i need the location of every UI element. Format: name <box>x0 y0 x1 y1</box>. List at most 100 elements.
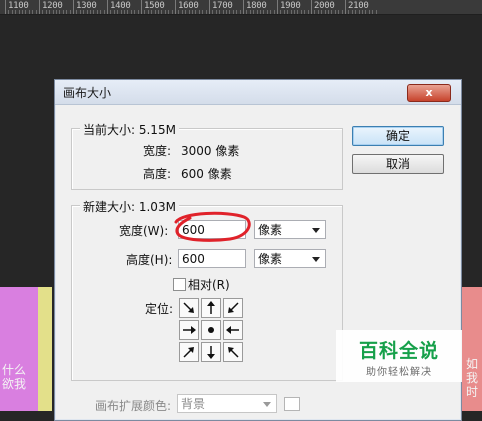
ruler-minor-tick <box>351 10 353 14</box>
ruler-minor-tick <box>266 10 268 14</box>
ruler-minor-tick <box>127 10 129 14</box>
ruler-minor-tick <box>181 10 183 14</box>
watermark-title: 百科全说 <box>358 340 439 362</box>
ruler-minor-tick <box>229 10 231 14</box>
arrow-right-icon <box>183 326 196 334</box>
anchor-middle-left[interactable] <box>179 320 199 340</box>
ruler-minor-tick <box>52 10 54 14</box>
ruler-minor-tick <box>314 10 316 14</box>
ruler-minor-tick <box>151 10 153 14</box>
anchor-center[interactable] <box>201 320 221 340</box>
arrow-down-left-icon <box>228 302 239 313</box>
ruler-minor-tick <box>147 10 149 14</box>
close-button[interactable]: x <box>407 84 451 102</box>
ruler-tick <box>141 0 142 14</box>
chevron-down-icon <box>263 402 271 407</box>
ruler-minor-tick <box>32 10 34 14</box>
ruler-minor-tick <box>297 10 299 14</box>
ruler-minor-tick <box>49 10 51 14</box>
ruler-minor-tick <box>334 10 336 14</box>
anchor-bottom-right[interactable] <box>223 342 243 362</box>
ruler-minor-tick <box>195 10 197 14</box>
dialog-title: 画布大小 <box>63 86 112 100</box>
new-height-label: 高度(H): <box>126 253 173 267</box>
ruler-minor-tick <box>198 10 200 14</box>
ruler-minor-tick <box>93 10 95 14</box>
extension-color-label: 画布扩展颜色: <box>95 399 172 413</box>
ruler-minor-tick <box>328 10 329 14</box>
ruler-minor-tick <box>205 10 207 14</box>
horizontal-ruler: 1100 1200 1300 1400 1500 1600 1700 1800 1900 2000… <box>0 0 482 15</box>
ruler-minor-tick <box>25 10 27 14</box>
ruler-minor-tick <box>124 10 125 14</box>
ruler-minor-tick <box>287 10 289 14</box>
ruler-minor-tick <box>164 10 166 14</box>
ruler-minor-tick <box>253 10 255 14</box>
ruler-minor-tick <box>232 10 234 14</box>
anchor-top-left[interactable] <box>179 298 199 318</box>
relative-label[interactable]: 相对(R) <box>188 276 230 293</box>
ruler-minor-tick <box>11 10 13 14</box>
watermark-subtitle: 助你轻松解决 <box>366 367 432 378</box>
ruler-minor-tick <box>137 10 139 14</box>
dialog-titlebar[interactable]: 画布大小 x <box>55 80 461 105</box>
ruler-minor-tick <box>192 10 193 14</box>
ruler-minor-tick <box>256 10 258 14</box>
height-unit-select[interactable]: 像素 <box>254 249 326 268</box>
new-width-label: 宽度(W): <box>119 224 169 238</box>
arrow-left-icon <box>226 326 239 334</box>
anchor-label: 定位: <box>145 302 174 316</box>
chevron-down-icon <box>312 257 320 262</box>
current-size-heading: 当前大小: 5.15M <box>80 121 179 138</box>
width-unit-value: 像素 <box>258 223 283 237</box>
ruler-minor-tick <box>365 10 367 14</box>
close-icon: x <box>425 86 433 99</box>
ruler-tick <box>107 0 108 14</box>
canvas-strip-yellow <box>38 287 52 411</box>
annotation-circle <box>174 211 251 242</box>
anchor-top-center[interactable] <box>201 298 221 318</box>
ruler-minor-tick <box>168 10 170 14</box>
height-input[interactable]: 600 <box>178 249 246 268</box>
width-unit-select[interactable]: 像素 <box>254 220 326 239</box>
anchor-bottom-left[interactable] <box>179 342 199 362</box>
ruler-minor-tick <box>270 10 272 14</box>
watermark-logo: 百科全说 助你轻松解决 <box>336 330 462 382</box>
ruler-minor-tick <box>28 10 30 14</box>
arrow-up-left-icon <box>228 347 239 358</box>
ruler-minor-tick <box>249 10 251 14</box>
extension-color-value: 背景 <box>181 397 206 411</box>
ruler-minor-tick <box>263 10 265 14</box>
ruler-minor-tick <box>294 10 295 14</box>
relative-checkbox[interactable] <box>173 278 186 291</box>
ruler-tick <box>345 0 346 14</box>
ruler-minor-tick <box>134 10 136 14</box>
ruler-minor-tick <box>304 10 306 14</box>
anchor-top-right[interactable] <box>223 298 243 318</box>
cancel-button[interactable]: 取消 <box>352 154 444 174</box>
ok-button[interactable]: 确定 <box>352 126 444 146</box>
anchor-middle-right[interactable] <box>223 320 243 340</box>
arrow-up-right-icon <box>183 347 194 358</box>
ruler-tick <box>277 0 278 14</box>
extension-color-select[interactable]: 背景 <box>177 394 277 413</box>
anchor-bottom-center[interactable] <box>201 342 221 362</box>
ruler-minor-tick <box>83 10 85 14</box>
ruler-minor-tick <box>321 10 323 14</box>
ruler-minor-tick <box>226 10 227 14</box>
ruler-minor-tick <box>113 10 115 14</box>
current-width-value: 3000 像素 <box>181 144 240 158</box>
ruler-minor-tick <box>18 10 20 14</box>
ruler-minor-tick <box>130 10 132 14</box>
ruler-minor-tick <box>219 10 221 14</box>
ruler-minor-tick <box>185 10 187 14</box>
ruler-minor-tick <box>280 10 282 14</box>
ruler-minor-tick <box>154 10 156 14</box>
ruler-tick <box>39 0 40 14</box>
ruler-minor-tick <box>362 10 363 14</box>
ruler-tick <box>175 0 176 14</box>
ruler-minor-tick <box>348 10 350 14</box>
extension-color-swatch[interactable] <box>284 397 300 411</box>
ruler-minor-tick <box>90 10 91 14</box>
ruler-minor-tick <box>79 10 81 14</box>
